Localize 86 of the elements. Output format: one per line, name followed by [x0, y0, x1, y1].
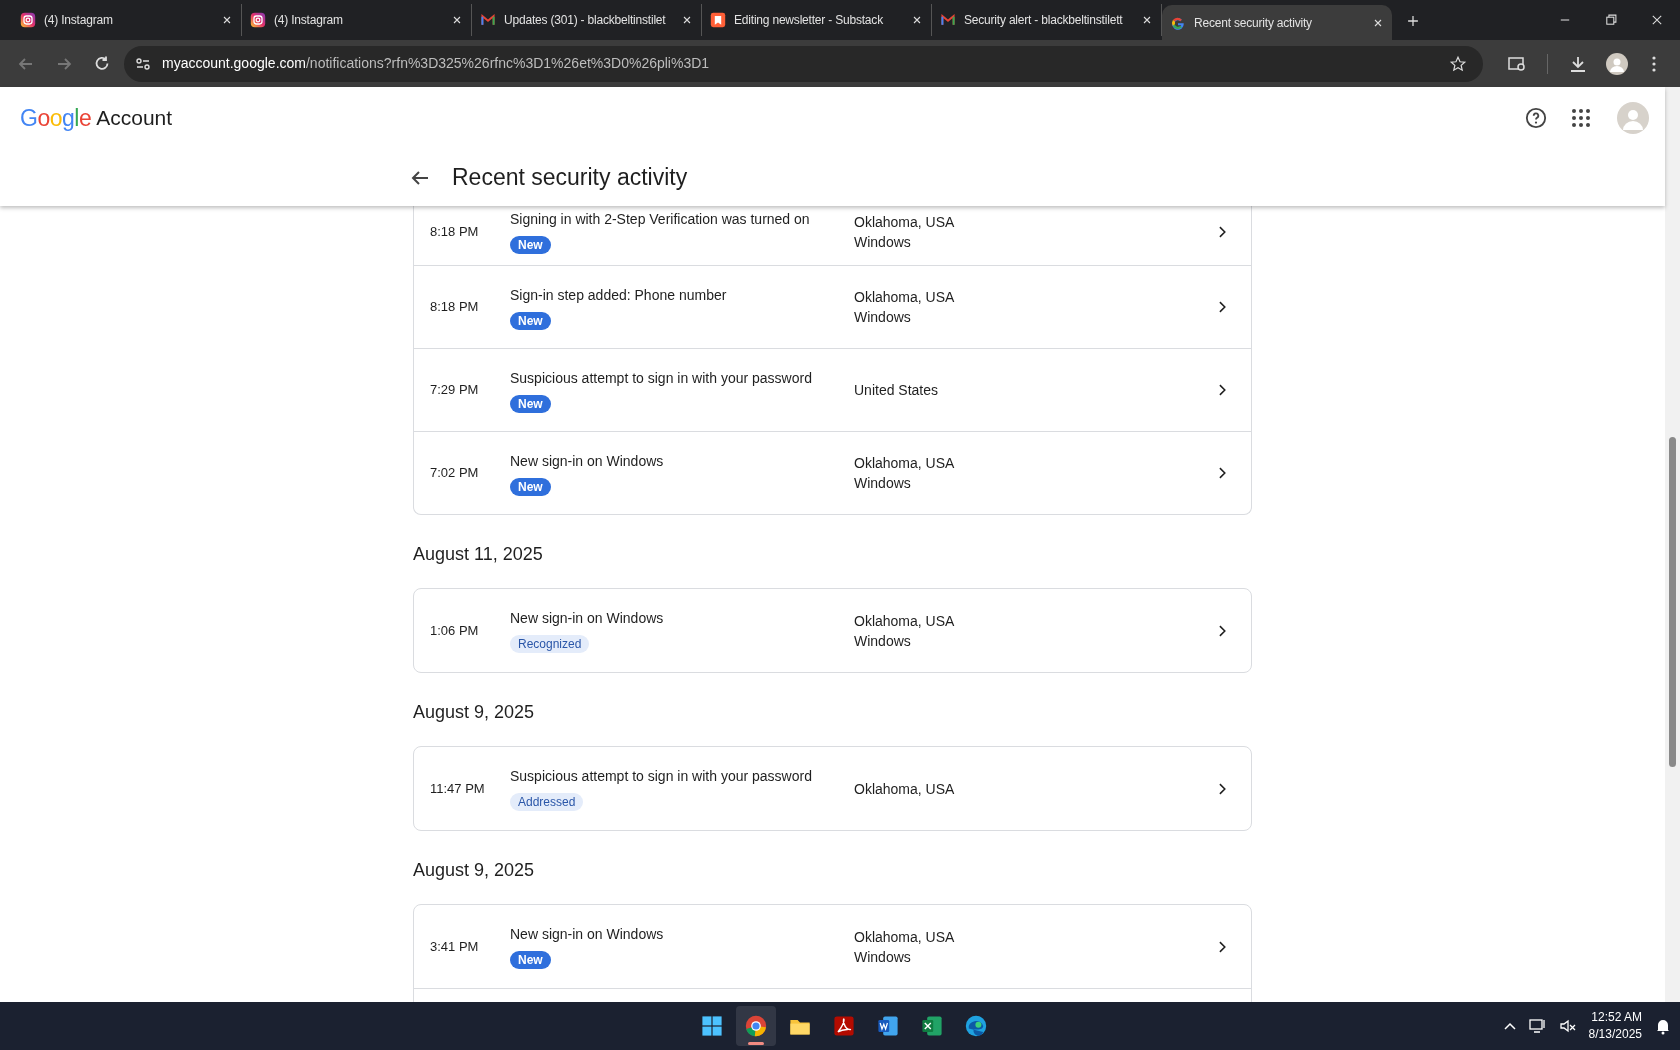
browser-tab[interactable]: (4) Instagram [242, 4, 472, 36]
activity-time: 11:47 PM [430, 779, 486, 798]
status-badge: New [510, 477, 551, 496]
activity-time: 7:02 PM [430, 464, 480, 483]
activity-location: Windows [854, 947, 912, 967]
status-badge: New [510, 236, 551, 254]
status-badge: New [510, 311, 551, 330]
activity-location: United States [854, 381, 940, 400]
browser-tab[interactable]: Editing newsletter - Substack [702, 4, 932, 36]
activity-location: Oklahoma, USA [854, 454, 956, 473]
mail-logo-icon [480, 12, 496, 28]
tab-title: Editing newsletter - Substack [734, 12, 883, 29]
close-window-icon[interactable] [1650, 13, 1664, 27]
mail-logo-icon [940, 12, 956, 28]
close-icon [1141, 14, 1153, 26]
status-badge: New [510, 951, 551, 969]
activity-location: Oklahoma, USA [854, 779, 956, 799]
chrome-icon [744, 1014, 768, 1038]
activity-location: Oklahoma, USA [854, 611, 956, 631]
tab-title: Security alert - blackbeltinstilett [964, 12, 1123, 29]
word-app-icon [876, 1014, 900, 1038]
profile-avatar-icon[interactable] [1606, 52, 1628, 75]
activity-title: Signing in with 2-Step Verification was turned on [510, 210, 810, 229]
activity-title: Suspicious attempt to sign in with your password [510, 767, 812, 786]
activity-row[interactable]: 3:41 PM New sign-in on Windows New Oklahoma, USA Windows [414, 905, 1251, 988]
activity-time: 8:18 PM [430, 222, 480, 241]
google-logo[interactable]: Google [20, 100, 92, 136]
network-icon[interactable] [1528, 1017, 1547, 1035]
muted-speaker-icon[interactable] [1558, 1017, 1577, 1035]
page-title: Recent security activity [452, 163, 688, 193]
star-icon[interactable] [1449, 54, 1467, 73]
activity-title: New sign-in on Windows [510, 451, 664, 471]
activity-row[interactable]: 8:18 PM Signing in with 2-Step Verification was turned on New Oklahoma, USA Windows [414, 206, 1251, 265]
activity-location: Windows [854, 631, 912, 651]
activity-title: Suspicious attempt to sign in with your password [510, 368, 812, 388]
help-icon[interactable] [1525, 107, 1547, 129]
activity-time: 1:06 PM [430, 621, 480, 640]
camera-logo-icon [250, 12, 266, 28]
close-icon [911, 14, 923, 26]
bookmark-logo-icon [710, 12, 726, 28]
activity-row[interactable]: 1:06 PM New sign-in on Windows Recognized Oklahoma, USA Windows [414, 589, 1251, 672]
activity-location: Oklahoma, USA [854, 288, 956, 307]
activity-title: New sign-in on Windows [510, 609, 664, 628]
activity-time: 3:41 PM [430, 937, 480, 956]
activity-location: Windows [854, 474, 912, 493]
camera-logo-icon [20, 12, 36, 28]
date-heading: August 9, 2025 [413, 701, 536, 724]
browser-tab[interactable]: (4) Instagram [12, 4, 242, 36]
activity-row[interactable]: 8:18 PM Sign-in step added: Phone number New Oklahoma, USA Windows [414, 265, 1251, 348]
status-badge: New [510, 394, 551, 413]
activity-location: Oklahoma, USA [854, 212, 956, 232]
activity-time: 8:18 PM [430, 298, 480, 317]
activity-time: 7:29 PM [430, 381, 480, 400]
restore-icon[interactable] [1604, 13, 1618, 27]
start-icon [700, 1014, 724, 1038]
new-tab-icon[interactable] [1406, 14, 1420, 28]
apps-grid-icon[interactable] [1571, 108, 1591, 128]
activity-row[interactable]: 7:29 PM Suspicious attempt to sign in with your password New United States [414, 348, 1251, 431]
clock-time[interactable]: 12:52 AM [1591, 1009, 1642, 1026]
activity-title: Sign-in step added: Phone number [510, 285, 727, 305]
close-icon [451, 14, 463, 26]
activity-row[interactable]: 11:47 PM Suspicious attempt to sign in with your password Addressed Oklahoma, USA [414, 747, 1251, 830]
tab-title: Recent security activity [1194, 14, 1312, 32]
tab-title: Updates (301) - blackbeltinstilet [504, 12, 666, 29]
taskbar-app[interactable] [736, 1006, 776, 1046]
activity-location: Oklahoma, USA [854, 927, 956, 947]
address-bar[interactable]: myaccount.google.com/notifications?rfn%3D325%26rfnc%3D1%26et%3D0%26pli%3D1 [124, 45, 1483, 82]
pdf-app-icon [832, 1014, 856, 1038]
url-text: myaccount.google.com/notifications?rfn%3D325%26rfnc%3D1%26et%3D0%26pli%3D1 [162, 54, 710, 73]
activity-location: Windows [854, 232, 912, 252]
status-badge: Addressed [510, 793, 584, 811]
status-badge: Recognized [510, 635, 590, 653]
date-heading: August 9, 2025 [413, 859, 536, 882]
spreadsheet-app-icon [920, 1014, 944, 1038]
clock-date[interactable]: 8/13/2025 [1588, 1026, 1642, 1043]
activity-row[interactable]: 7:02 PM New sign-in on Windows New Oklahoma, USA Windows [414, 431, 1251, 514]
date-heading: August 11, 2025 [413, 543, 544, 566]
activity-title: New sign-in on Windows [510, 925, 664, 944]
edge-browser-icon [964, 1014, 988, 1038]
tab-title: (4) Instagram [274, 12, 343, 29]
tab-title: (4) Instagram [44, 12, 113, 29]
account-label: Account [96, 105, 173, 132]
activity-location: Windows [854, 308, 912, 327]
browser-tab[interactable]: Recent security activity [1162, 5, 1392, 40]
browser-tab[interactable]: Updates (301) - blackbeltinstilet [472, 4, 702, 36]
close-icon [221, 14, 233, 26]
